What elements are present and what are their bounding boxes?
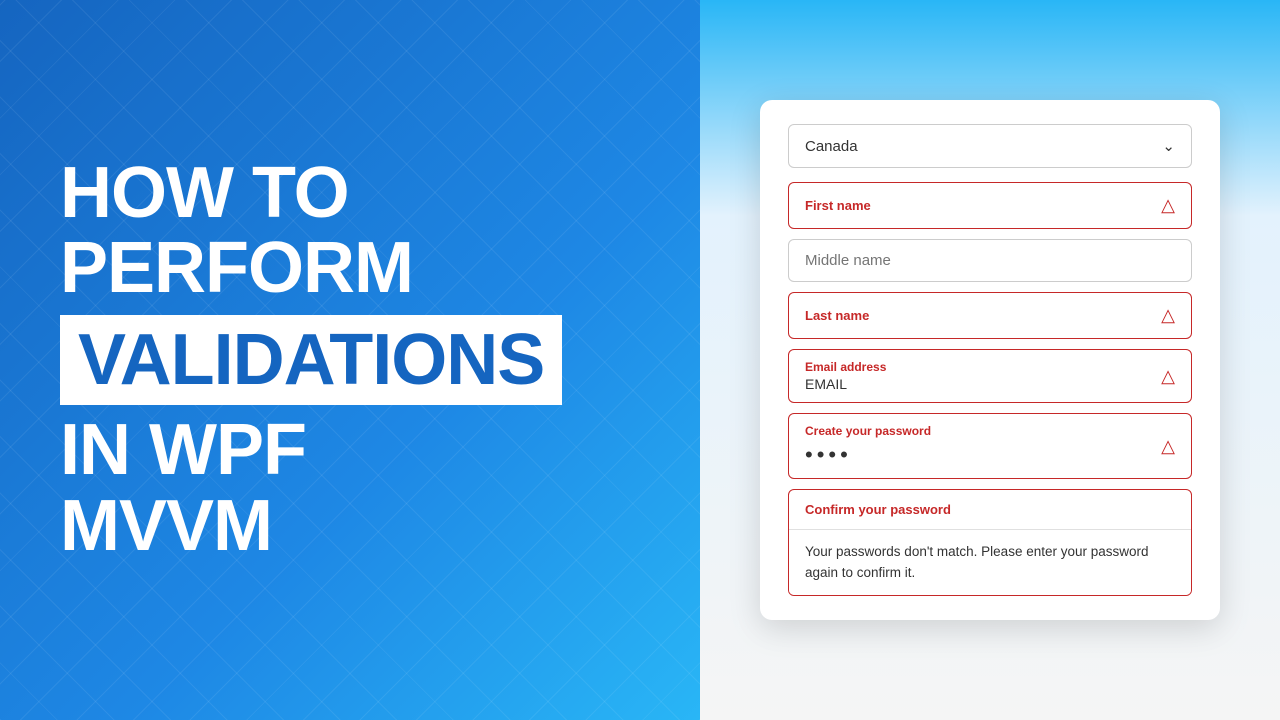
create-password-inner: Create your password ••••	[805, 424, 1151, 468]
last-name-label: Last name	[805, 308, 1151, 323]
first-name-warning-icon: △	[1161, 195, 1175, 216]
left-panel: HOW TO PERFORM VALIDATIONS IN WPF MVVM	[0, 0, 700, 720]
confirm-password-error-message: Your passwords don't match. Please enter…	[789, 529, 1191, 595]
create-password-dots: ••••	[805, 442, 1151, 468]
first-name-field[interactable]: First name △	[788, 182, 1192, 229]
create-password-field[interactable]: Create your password •••• △	[788, 413, 1192, 479]
hero-line4: MVVM	[60, 489, 562, 565]
last-name-field[interactable]: Last name △	[788, 292, 1192, 339]
middle-name-input[interactable]	[805, 252, 1175, 269]
hero-line1: HOW TO	[60, 156, 562, 232]
hero-highlight-box: VALIDATIONS	[60, 315, 562, 405]
form-card: Canada ⌄ First name △ Last name △ Email …	[760, 100, 1220, 620]
hero-line2: PERFORM	[60, 231, 562, 307]
create-password-label: Create your password	[805, 424, 1151, 438]
email-field[interactable]: Email address EMAIL △	[788, 349, 1192, 403]
email-inner: Email address EMAIL	[805, 360, 1151, 392]
email-value: EMAIL	[805, 376, 1151, 392]
hero-highlight-text: VALIDATIONS	[78, 320, 544, 400]
email-warning-icon: △	[1161, 366, 1175, 387]
chevron-down-icon: ⌄	[1162, 137, 1175, 155]
country-value: Canada	[805, 138, 858, 155]
first-name-label: First name	[805, 198, 1151, 213]
confirm-password-label: Confirm your password	[805, 502, 951, 517]
right-panel: Canada ⌄ First name △ Last name △ Email …	[700, 0, 1280, 720]
last-name-warning-icon: △	[1161, 305, 1175, 326]
hero-line3: IN WPF	[60, 413, 562, 489]
country-dropdown[interactable]: Canada ⌄	[788, 124, 1192, 168]
middle-name-field[interactable]	[788, 239, 1192, 282]
first-name-inner: First name	[805, 198, 1151, 213]
email-label: Email address	[805, 360, 1151, 374]
last-name-inner: Last name	[805, 308, 1151, 323]
create-password-warning-icon: △	[1161, 436, 1175, 457]
confirm-password-field[interactable]: Confirm your password Your passwords don…	[788, 489, 1192, 596]
confirm-password-top: Confirm your password	[789, 490, 1191, 529]
hero-text: HOW TO PERFORM VALIDATIONS IN WPF MVVM	[60, 156, 562, 564]
